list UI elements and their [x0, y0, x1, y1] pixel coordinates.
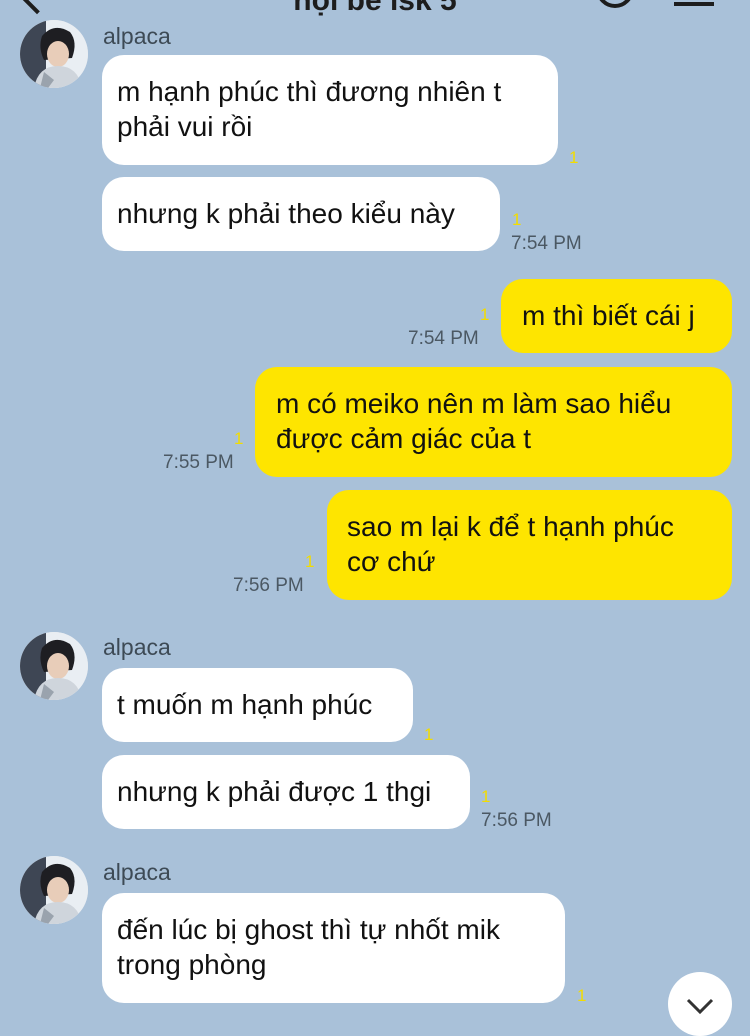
chat-title: hội bé isk 5 — [293, 0, 457, 17]
message-text: nhưng k phải được 1 thgi — [117, 776, 432, 807]
message-bubble[interactable]: nhưng k phải được 1 thgi — [102, 755, 470, 829]
message-time: 7:55 PM — [163, 452, 234, 473]
read-count: 1 — [577, 986, 587, 1005]
avatar[interactable] — [20, 856, 88, 924]
read-count: 1 — [480, 305, 490, 324]
message-text: t muốn m hạnh phúc — [117, 689, 373, 720]
message-bubble[interactable]: sao m lại k để t hạnh phúc cơ chứ — [327, 490, 732, 600]
message-time: 7:56 PM — [481, 810, 552, 831]
message-bubble[interactable]: m thì biết cái j — [501, 279, 732, 353]
message-time: 7:54 PM — [408, 328, 479, 349]
message-text: phải vui rồi — [117, 111, 253, 142]
chevron-down-icon — [686, 998, 714, 1015]
scroll-to-bottom-button[interactable] — [668, 972, 732, 1036]
avatar[interactable] — [20, 632, 88, 700]
message-text: trong phòng — [117, 949, 267, 980]
message-time: 7:54 PM — [511, 233, 582, 254]
message-text: m thì biết cái j — [522, 300, 695, 331]
avatar[interactable] — [20, 20, 88, 88]
message-time: 7:56 PM — [233, 575, 304, 596]
sender-name: alpaca — [103, 634, 171, 660]
sender-name: alpaca — [103, 859, 171, 885]
message-bubble[interactable]: đến lúc bị ghost thì tự nhốt mik trong p… — [102, 893, 565, 1003]
message-bubble[interactable]: m có meiko nên m làm sao hiểu được cảm g… — [255, 367, 732, 477]
message-bubble[interactable]: nhưng k phải theo kiểu này — [102, 177, 500, 251]
read-count: 1 — [305, 552, 315, 571]
sender-name: alpaca — [103, 23, 171, 49]
read-count: 1 — [481, 787, 491, 806]
read-count: 1 — [234, 429, 244, 448]
message-text: m có meiko nên m làm sao hiểu — [276, 388, 672, 419]
message-text: sao m lại k để t hạnh phúc — [347, 511, 674, 542]
menu-icon[interactable] — [674, 2, 714, 6]
message-bubble[interactable]: m hạnh phúc thì đương nhiên t phải vui r… — [102, 55, 558, 165]
message-text: cơ chứ — [347, 546, 436, 577]
message-text: được cảm giác của t — [276, 423, 531, 454]
message-text: đến lúc bị ghost thì tự nhốt mik — [117, 914, 500, 945]
message-text: m hạnh phúc thì đương nhiên t — [117, 76, 502, 107]
read-count: 1 — [424, 725, 434, 744]
chat-header: hội bé isk 5 — [0, 0, 750, 18]
read-count: 1 — [569, 148, 579, 167]
read-count: 1 — [512, 210, 522, 229]
message-bubble[interactable]: t muốn m hạnh phúc — [102, 668, 413, 742]
message-text: nhưng k phải theo kiểu này — [117, 198, 455, 229]
